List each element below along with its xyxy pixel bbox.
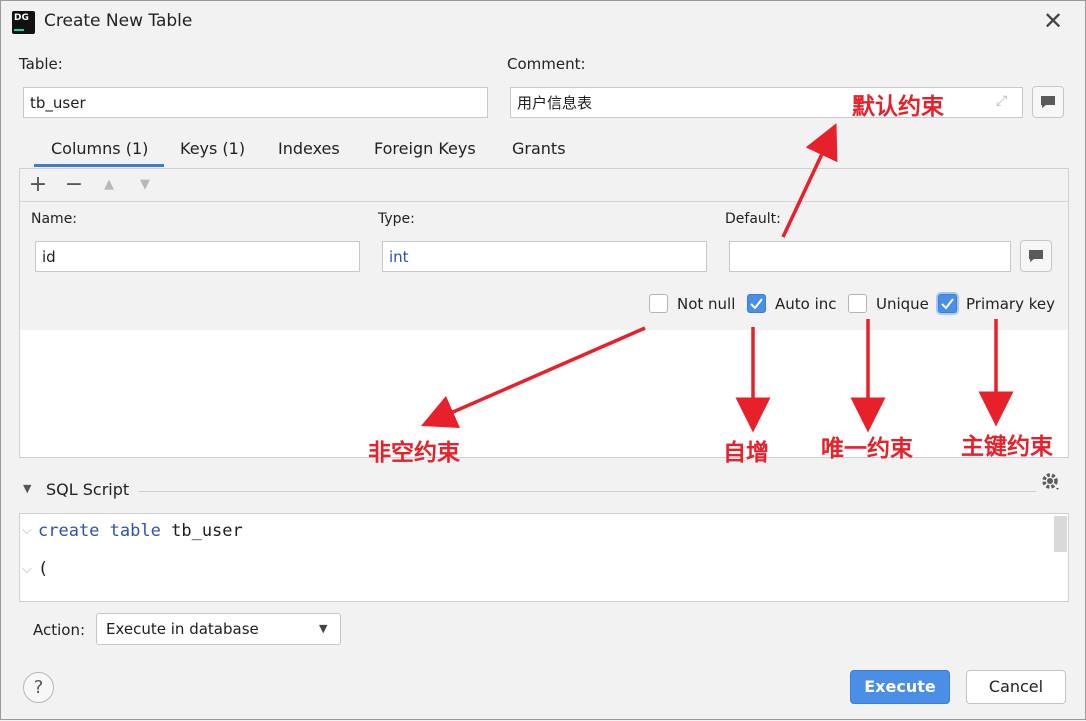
- annotation-default-constraint: 默认约束: [852, 93, 944, 120]
- sql-header-divider: [138, 491, 1036, 492]
- sql-table-name: tb_user: [171, 521, 243, 541]
- annotation-not-null: 非空约束: [368, 439, 460, 466]
- chevron-down-icon: ▼: [319, 622, 328, 635]
- sql-keyword-create: create: [38, 521, 100, 541]
- collapse-triangle-icon[interactable]: ▼: [23, 482, 31, 495]
- annotation-auto-increment: 自增: [723, 439, 769, 466]
- fold-marker-icon[interactable]: ⌵: [22, 562, 32, 577]
- arrow-default: [781, 123, 838, 238]
- annotation-unique: 唯一约束: [821, 435, 913, 462]
- sql-line-1: create table tb_user: [38, 521, 243, 541]
- action-select[interactable]: Execute in database ▼: [96, 613, 341, 645]
- action-label: Action:: [33, 621, 86, 639]
- annotation-primary-key: 主键约束: [961, 433, 1053, 460]
- action-select-value: Execute in database: [106, 620, 259, 638]
- gear-icon[interactable]: [1040, 471, 1062, 493]
- create-table-dialog: DG Create New Table ✕ Table: tb_user Com…: [0, 0, 1086, 720]
- editor-scrollbar[interactable]: [1054, 516, 1067, 552]
- help-button[interactable]: ?: [23, 672, 54, 703]
- sql-keyword-table: table: [109, 521, 161, 541]
- gear-icon-glyph: [1042, 473, 1059, 490]
- execute-button[interactable]: Execute: [850, 670, 950, 704]
- sql-line-2: (: [38, 559, 49, 579]
- arrow-not-null: [420, 326, 646, 429]
- fold-marker-icon[interactable]: ⌵: [22, 523, 32, 538]
- cancel-button[interactable]: Cancel: [966, 670, 1066, 704]
- sql-script-header[interactable]: SQL Script: [46, 480, 129, 499]
